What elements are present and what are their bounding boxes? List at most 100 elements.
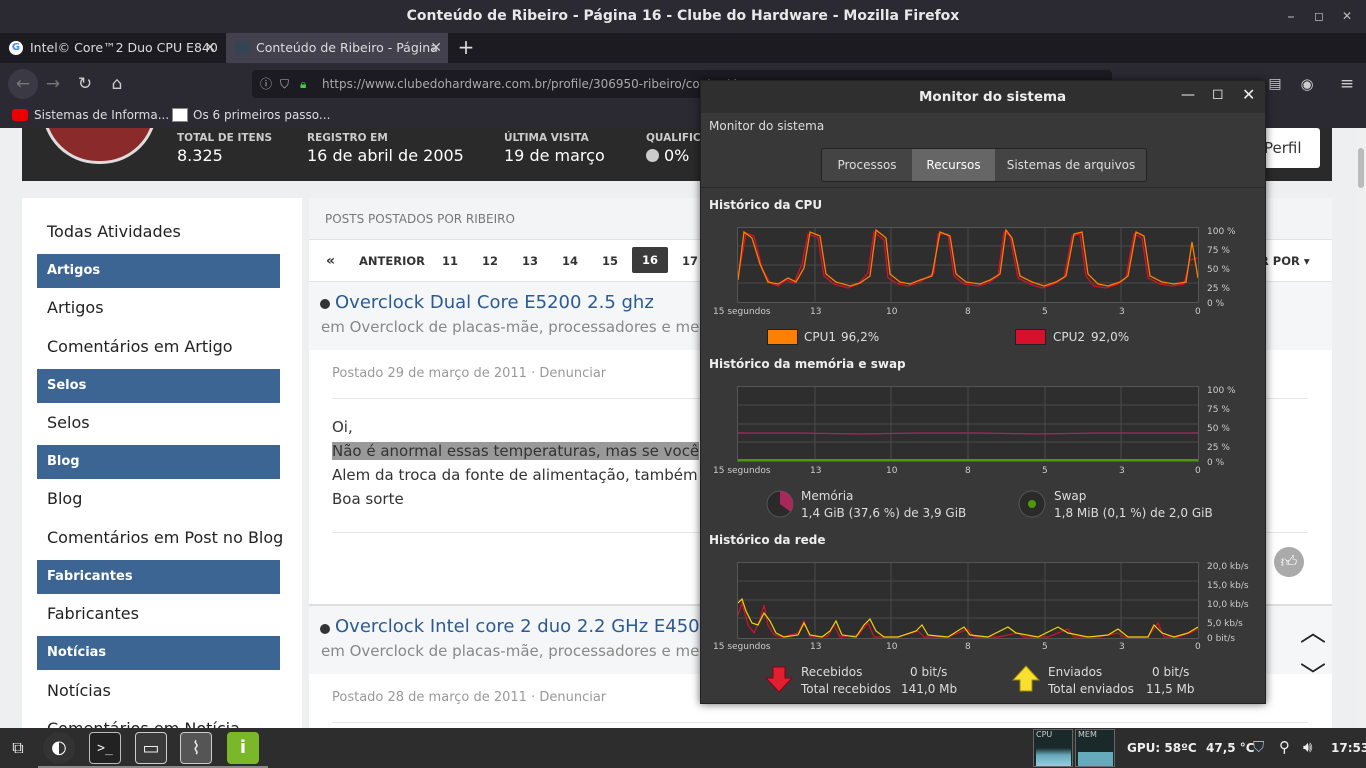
files-folder-icon[interactable]: ▭ <box>135 732 167 764</box>
system-monitor-icon[interactable]: ⌇ <box>180 732 212 764</box>
network-y-tick: 5,0 kb/s <box>1207 619 1243 629</box>
network-tray-icon[interactable]: ⚲ <box>1279 738 1290 756</box>
sidebar-item[interactable]: Comentários em Artigo <box>47 337 233 356</box>
first-page-button[interactable]: « <box>326 253 335 269</box>
cpu-y-tick: 0 % <box>1207 299 1225 309</box>
minimize-icon[interactable]: — <box>1181 87 1195 103</box>
memory-monitor-applet[interactable]: MEM <box>1075 729 1115 767</box>
download-arrow-icon[interactable] <box>765 665 793 693</box>
scroll-down-chevron-icon[interactable]: ﹀ <box>1300 656 1326 693</box>
url-text[interactable]: https://www.clubedohardware.com.br/profi… <box>322 77 736 91</box>
gpu-temp: GPU: 58ºC <box>1127 741 1197 755</box>
unread-dot-icon <box>320 624 330 634</box>
stat-value: 8.325 <box>177 146 223 165</box>
cpu-monitor-applet[interactable]: CPU <box>1033 729 1073 767</box>
close-icon[interactable]: ✕ <box>1242 85 1255 104</box>
app-menu-icon[interactable]: ◐ <box>43 732 75 764</box>
clock[interactable]: 17:53 <box>1331 741 1366 755</box>
cpu-y-tick: 50 % <box>1207 265 1230 275</box>
terminal-icon[interactable]: >_ <box>89 732 121 764</box>
swap-pie-icon[interactable] <box>1017 489 1047 519</box>
system-monitor-window: Monitor do sistema — ◻ ✕ Monitor do sist… <box>700 80 1266 704</box>
sidebar-item[interactable]: Artigos <box>47 298 104 317</box>
home-icon[interactable]: ⌂ <box>104 71 130 97</box>
info-app-icon[interactable]: i <box>227 732 259 764</box>
sidebar-item-all[interactable]: Todas Atividades <box>47 222 181 241</box>
received-label: Recebidos <box>801 665 863 679</box>
page-button[interactable]: 15 <box>602 254 618 268</box>
like-thumb-icon[interactable]: 👍︎ <box>1274 547 1304 577</box>
post-forum[interactable]: em Overclock de placas-mãe, processadore… <box>321 318 699 336</box>
current-page[interactable]: 16 <box>632 247 668 273</box>
memory-x-tick: 5 <box>1042 466 1048 476</box>
upload-arrow-icon[interactable] <box>1012 665 1040 693</box>
sidebar-item[interactable]: Selos <box>47 413 90 432</box>
back-arrow-icon[interactable]: ← <box>8 69 38 99</box>
bookmark-item[interactable]: Sistemas de Informa... <box>34 104 169 126</box>
shield-icon[interactable]: ⛉ <box>280 70 289 98</box>
tab-conteudo[interactable]: Conteúdo de Ribeiro - Página ✕ <box>226 33 448 63</box>
post-forum[interactable]: em Overclock de placas-mãe, processadore… <box>321 642 699 660</box>
sidebar-item[interactable]: Comentários em Notícia <box>47 719 240 728</box>
page-button[interactable]: 13 <box>522 254 538 268</box>
page-button[interactable]: 11 <box>442 254 458 268</box>
sidebar-item[interactable]: Comentários em Post no Blog <box>47 528 283 547</box>
sysmon-title: Monitor do sistema <box>919 89 1067 105</box>
sidebar-item[interactable]: Blog <box>47 489 82 508</box>
reload-icon[interactable]: ↻ <box>72 71 98 97</box>
page-scrollbar[interactable] <box>1356 128 1366 728</box>
cpu2-color-swatch[interactable] <box>1015 329 1046 345</box>
memory-y-tick: 75 % <box>1207 405 1230 415</box>
menu-icon[interactable]: ≡ <box>1334 71 1360 97</box>
cpu-y-tick: 25 % <box>1207 284 1230 294</box>
new-tab-button[interactable]: + <box>454 33 478 63</box>
memory-pie-icon[interactable] <box>765 489 795 519</box>
network-x-tick: 0 <box>1195 642 1201 652</box>
sent-value: 0 bit/s <box>1152 665 1190 679</box>
stat-label: ÚLTIMA VISITA <box>504 132 589 144</box>
unread-dot-icon <box>320 299 330 309</box>
stat-value: 16 de abril de 2005 <box>307 146 464 165</box>
post-title[interactable]: Overclock Dual Core E5200 2.5 ghz <box>335 292 654 313</box>
tab-recursos[interactable]: Recursos <box>912 149 995 181</box>
total-received-value: 141,0 Mb <box>901 682 958 696</box>
post-text: Alem da troca da fonte de alimentação, t… <box>332 466 698 484</box>
page-button[interactable]: 14 <box>562 254 578 268</box>
maximize-icon[interactable]: ◻ <box>1212 86 1224 102</box>
info-icon[interactable]: ⓘ <box>260 70 272 98</box>
forward-arrow-icon[interactable]: → <box>40 71 66 97</box>
previous-page-button[interactable]: ANTERIOR <box>359 254 425 268</box>
sidebar-item[interactable]: Notícias <box>47 681 111 700</box>
cpu-graph <box>737 227 1199 303</box>
maximize-icon[interactable]: ◻ <box>1306 0 1332 33</box>
tab-sistemas-de-arquivos[interactable]: Sistemas de arquivos <box>995 149 1147 181</box>
page-button[interactable]: 12 <box>482 254 498 268</box>
memory-history-heading: Histórico da memória e swap <box>709 357 906 371</box>
memory-x-tick: 3 <box>1119 466 1125 476</box>
total-received-label: Total recebidos <box>801 682 892 696</box>
cpu-x-tick: 5 <box>1042 307 1048 317</box>
close-icon[interactable]: ✕ <box>1334 0 1360 33</box>
network-x-tick: 13 <box>810 642 822 652</box>
shield-tray-icon[interactable]: ⛉ <box>1253 738 1264 756</box>
tab-close-icon[interactable]: ✕ <box>204 33 216 63</box>
sidebar-item[interactable]: Fabricantes <box>47 604 139 623</box>
tab-processos[interactable]: Processos <box>822 149 912 181</box>
account-icon[interactable]: ◉ <box>1294 71 1320 97</box>
workspace-switcher-icon[interactable]: ⧉ <box>2 732 34 764</box>
bookmark-item[interactable]: Os 6 primeiros passo... <box>193 104 330 126</box>
cpu-temp: 47,5 °C <box>1206 741 1255 755</box>
cpu-x-tick: 0 <box>1195 307 1201 317</box>
page-button[interactable]: 17 <box>682 254 698 268</box>
network-x-tick: 8 <box>965 642 971 652</box>
avatar[interactable] <box>42 128 157 164</box>
minimize-icon[interactable]: ⎯ <box>1278 0 1304 33</box>
tab-intel[interactable]: G Intel© Core™2 Duo CPU E840 ✕ <box>0 33 222 63</box>
tab-close-icon[interactable]: ✕ <box>430 33 442 63</box>
stat-value: 19 de março <box>504 146 605 165</box>
cpu2-label: CPU2 <box>1053 330 1086 344</box>
scroll-up-chevron-icon[interactable]: ︿ <box>1300 612 1326 649</box>
cpu1-color-swatch[interactable] <box>767 329 798 345</box>
post-title[interactable]: Overclock Intel core 2 duo 2.2 GHz E4500 <box>335 616 711 637</box>
volume-tray-icon[interactable]: 🔊︎ <box>1303 738 1312 756</box>
